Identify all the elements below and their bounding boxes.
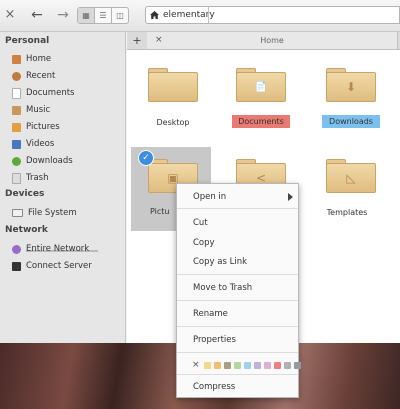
color-swatch[interactable] (203, 361, 211, 369)
view-switcher: ▦ ☰ ◫ (77, 7, 129, 24)
clear-color-icon[interactable]: × (192, 360, 200, 370)
color-swatch[interactable] (223, 361, 231, 369)
sidebar-heading-network: Network (5, 225, 48, 235)
sidebar-item-connect-server[interactable]: Connect Server (12, 259, 92, 273)
downloads-icon (12, 156, 21, 166)
close-tab-icon[interactable]: × (155, 32, 163, 49)
sidebar-item-label: Videos (26, 139, 55, 149)
tab-label: Home (260, 36, 284, 45)
menu-item-copy[interactable]: Copy (193, 238, 215, 248)
folder-icon[interactable]: ◺ (326, 157, 376, 193)
sidebar-item-videos[interactable]: Videos (12, 137, 54, 151)
videos-icon (12, 139, 21, 149)
sidebar: Personal Home Recent Documents Music Pic… (0, 32, 126, 343)
templates-glyph-icon: ◺ (346, 171, 356, 185)
sidebar-item-documents[interactable]: Documents (12, 86, 74, 100)
color-swatch[interactable] (243, 361, 251, 369)
file-label: Downloads (322, 115, 380, 128)
close-window-icon[interactable]: × (1, 6, 19, 24)
menu-item-cut[interactable]: Cut (193, 218, 208, 228)
folder-icon[interactable]: ⬇ (326, 66, 376, 102)
file-label: Desktop (156, 118, 190, 127)
sidebar-item-label: Pictures (26, 122, 60, 132)
color-swatch[interactable] (283, 361, 291, 369)
list-view-icon[interactable]: ☰ (95, 8, 112, 23)
sidebar-item-home[interactable]: Home (12, 52, 51, 66)
color-tag-picker: × (192, 360, 301, 370)
menu-separator (177, 352, 298, 353)
menu-item-move-to-trash[interactable]: Move to Trash (193, 283, 252, 293)
sidebar-item-file-system[interactable]: File System (12, 206, 77, 220)
drive-icon (12, 209, 23, 217)
network-icon (12, 244, 21, 254)
sidebar-item-trash[interactable]: Trash (12, 171, 48, 185)
menu-item-rename[interactable]: Rename (193, 309, 228, 319)
menu-separator (177, 326, 298, 327)
sidebar-item-label: Music (26, 105, 51, 115)
menu-item-open-in[interactable]: Open in (193, 192, 226, 202)
menu-separator (177, 208, 298, 209)
sidebar-item-label: Downloads (26, 156, 73, 166)
sidebar-item-label: File System (28, 208, 77, 218)
breadcrumb-separator (208, 7, 219, 23)
pictures-icon (12, 122, 21, 132)
color-swatch[interactable] (213, 361, 221, 369)
home-icon (12, 54, 21, 64)
tab-bar: + Home × (127, 32, 400, 50)
sidebar-item-label: Documents (26, 88, 75, 98)
menu-separator (177, 300, 298, 301)
grid-view-icon[interactable]: ▦ (78, 8, 95, 23)
sidebar-heading-devices: Devices (5, 189, 45, 199)
menu-item-compress[interactable]: Compress (193, 382, 235, 392)
file-label: Templates (326, 208, 368, 217)
location-bar[interactable]: elementary (145, 6, 400, 24)
breadcrumb-label: elementary (163, 10, 215, 20)
context-menu: Open in Cut Copy Copy as Link Move to Tr… (176, 183, 301, 398)
menu-item-copy-as-link[interactable]: Copy as Link (193, 257, 247, 267)
sidebar-item-label: Trash (26, 173, 49, 183)
download-glyph-icon: ⬇ (345, 80, 357, 94)
server-icon (12, 261, 21, 271)
sidebar-item-entire-network[interactable]: Entire Network (12, 242, 89, 256)
sidebar-item-music[interactable]: Music (12, 103, 50, 117)
sidebar-item-recent[interactable]: Recent (12, 69, 55, 83)
sidebar-item-pictures[interactable]: Pictures (12, 120, 60, 134)
new-tab-button[interactable]: + (127, 32, 148, 49)
sidebar-item-label: Home (26, 54, 52, 64)
color-swatch[interactable] (293, 361, 301, 369)
menu-separator (177, 374, 298, 375)
tab-home[interactable]: Home × (147, 32, 398, 49)
trash-icon (12, 172, 21, 184)
back-icon[interactable]: ← (28, 6, 46, 24)
folder-icon[interactable]: 📄 (236, 66, 286, 102)
sidebar-item-downloads[interactable]: Downloads (12, 154, 73, 168)
home-icon (150, 11, 159, 19)
column-view-icon[interactable]: ◫ (112, 8, 128, 23)
menu-item-properties[interactable]: Properties (193, 335, 236, 345)
checkmark-icon[interactable]: ✓ (138, 150, 154, 166)
recent-icon (12, 71, 21, 81)
color-swatch[interactable] (273, 361, 281, 369)
toolbar: × ← → ▦ ☰ ◫ elementary (0, 0, 400, 32)
submenu-arrow-icon (288, 193, 293, 201)
color-swatch[interactable] (263, 361, 271, 369)
document-glyph-icon: 📄 (254, 82, 268, 93)
menu-separator (177, 274, 298, 275)
color-swatch[interactable] (253, 361, 261, 369)
folder-icon[interactable] (148, 66, 198, 102)
file-label: Documents (232, 115, 290, 128)
documents-icon (12, 87, 21, 99)
sidebar-item-label: Entire Network (26, 244, 90, 254)
forward-icon[interactable]: → (54, 6, 72, 24)
music-icon (12, 105, 21, 115)
color-swatch[interactable] (233, 361, 241, 369)
sidebar-item-label: Recent (26, 71, 56, 81)
sidebar-heading-personal: Personal (5, 36, 50, 46)
sidebar-item-label: Connect Server (26, 261, 92, 271)
